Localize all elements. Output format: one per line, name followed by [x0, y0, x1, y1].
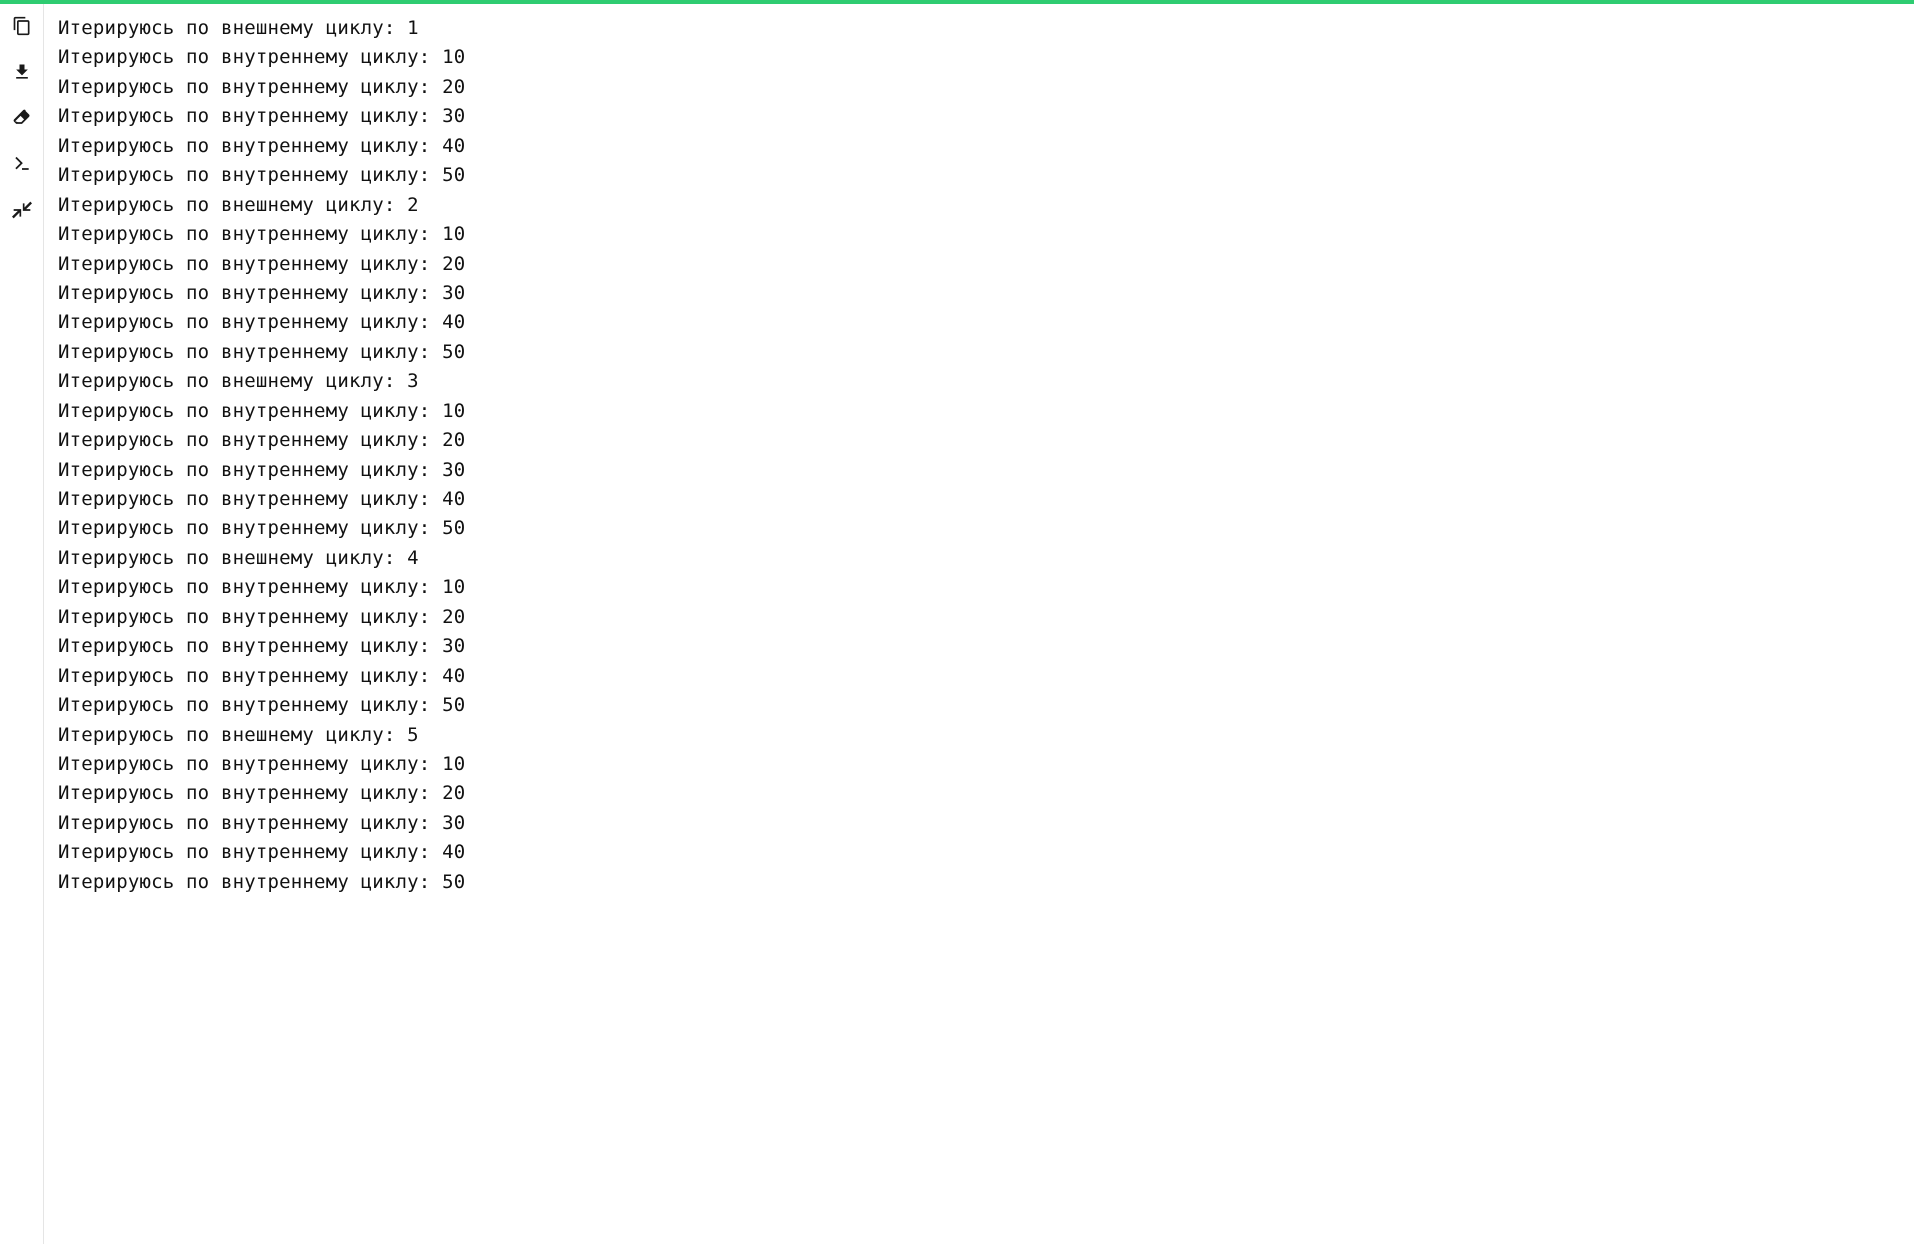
output-line: Итерируюсь по внутреннему циклу: 20 — [58, 426, 1900, 455]
output-line: Итерируюсь по внутреннему циклу: 50 — [58, 338, 1900, 367]
output-line: Итерируюсь по внешнему циклу: 5 — [58, 721, 1900, 750]
copy-icon — [12, 16, 32, 40]
output-line: Итерируюсь по внутреннему циклу: 40 — [58, 308, 1900, 337]
output-line: Итерируюсь по внешнему циклу: 4 — [58, 544, 1900, 573]
output-line: Итерируюсь по внутреннему циклу: 50 — [58, 514, 1900, 543]
output-line: Итерируюсь по внутреннему циклу: 10 — [58, 43, 1900, 72]
download-icon — [12, 62, 32, 86]
output-line: Итерируюсь по внутреннему циклу: 10 — [58, 750, 1900, 779]
main-area: Итерируюсь по внешнему циклу: 1Итерируюс… — [0, 4, 1914, 1244]
output-line: Итерируюсь по внутреннему циклу: 50 — [58, 691, 1900, 720]
output-line: Итерируюсь по внутреннему циклу: 20 — [58, 250, 1900, 279]
output-line: Итерируюсь по внутреннему циклу: 20 — [58, 779, 1900, 808]
download-button[interactable] — [8, 60, 36, 88]
output-line: Итерируюсь по внутреннему циклу: 30 — [58, 809, 1900, 838]
output-line: Итерируюсь по внутреннему циклу: 20 — [58, 603, 1900, 632]
output-line: Итерируюсь по внутреннему циклу: 40 — [58, 485, 1900, 514]
output-line: Итерируюсь по внутреннему циклу: 40 — [58, 132, 1900, 161]
output-line: Итерируюсь по внешнему циклу: 1 — [58, 14, 1900, 43]
output-line: Итерируюсь по внутреннему циклу: 20 — [58, 73, 1900, 102]
output-line: Итерируюсь по внутреннему циклу: 10 — [58, 220, 1900, 249]
output-line: Итерируюсь по внешнему циклу: 3 — [58, 367, 1900, 396]
output-line: Итерируюсь по внутреннему циклу: 10 — [58, 573, 1900, 602]
erase-button[interactable] — [8, 106, 36, 134]
copy-button[interactable] — [8, 14, 36, 42]
output-line: Итерируюсь по внешнему циклу: 2 — [58, 191, 1900, 220]
collapse-icon — [12, 200, 32, 224]
output-line: Итерируюсь по внутреннему циклу: 10 — [58, 397, 1900, 426]
output-line: Итерируюсь по внутреннему циклу: 40 — [58, 662, 1900, 691]
collapse-button[interactable] — [8, 198, 36, 226]
terminal-button[interactable] — [8, 152, 36, 180]
output-line: Итерируюсь по внутреннему циклу: 50 — [58, 161, 1900, 190]
output-line: Итерируюсь по внутреннему циклу: 30 — [58, 632, 1900, 661]
output-line: Итерируюсь по внутреннему циклу: 40 — [58, 838, 1900, 867]
app-root: Итерируюсь по внешнему циклу: 1Итерируюс… — [0, 0, 1914, 1244]
output-line: Итерируюсь по внутреннему циклу: 50 — [58, 868, 1900, 897]
terminal-icon — [12, 154, 32, 178]
erase-icon — [12, 108, 32, 132]
output-line: Итерируюсь по внутреннему циклу: 30 — [58, 456, 1900, 485]
sidebar — [0, 4, 44, 1244]
output-line: Итерируюсь по внутреннему циклу: 30 — [58, 279, 1900, 308]
output-line: Итерируюсь по внутреннему циклу: 30 — [58, 102, 1900, 131]
output-panel[interactable]: Итерируюсь по внешнему циклу: 1Итерируюс… — [44, 4, 1914, 1244]
